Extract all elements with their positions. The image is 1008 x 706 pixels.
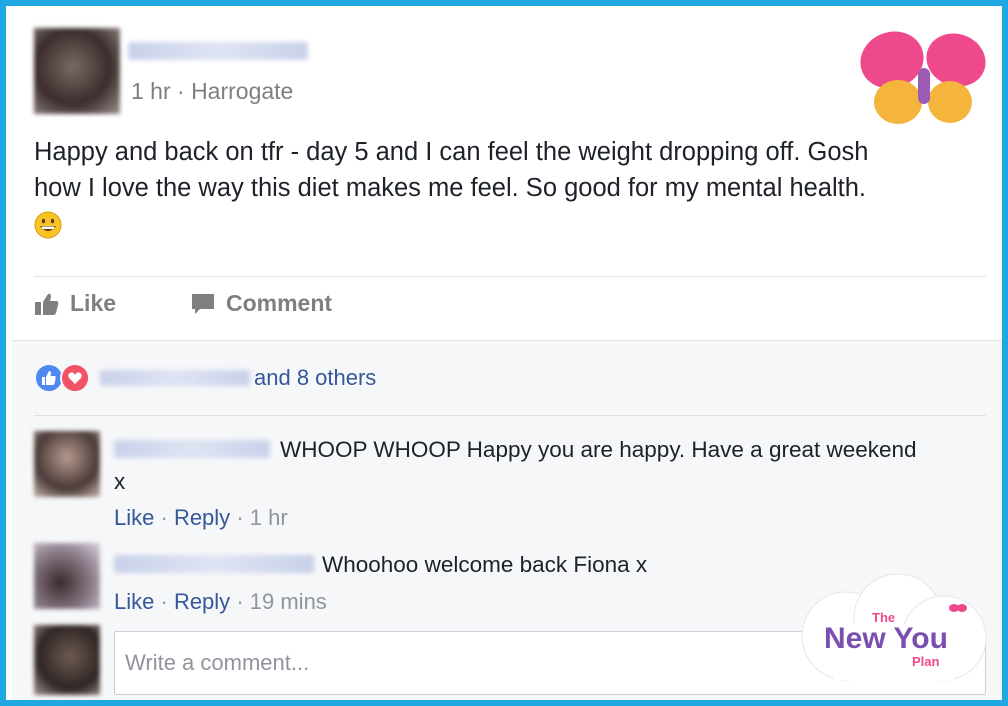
logo-main-text: New You [824,622,948,655]
comment-time[interactable]: 1 hr [250,505,288,530]
commenter-name-redacted[interactable] [114,555,314,573]
author-avatar[interactable] [34,28,120,114]
grinning-face-emoji-icon [34,211,62,239]
comment-reply-link[interactable]: Reply [174,589,230,614]
comment-like-link[interactable]: Like [114,589,154,614]
reactions-count-text[interactable]: and 8 others [254,365,376,391]
comment-actions: Like · Reply · 19 mins [114,589,327,614]
reactor-name-redacted [100,370,250,386]
love-reaction-icon [60,363,90,393]
comment-button[interactable]: Comment [190,290,332,317]
post-frame: 1 hr · Harrogate × Happy and back on tfr… [0,0,1008,706]
butterfly-logo-icon [860,31,986,124]
divider [34,415,986,416]
divider [34,276,986,277]
comment-text: x [114,469,126,494]
comment-actions: Like · Reply · 1 hr [114,505,288,530]
commenter-avatar[interactable] [34,431,100,497]
current-user-avatar[interactable] [34,625,100,695]
like-button[interactable]: Like [34,290,116,317]
comment-input[interactable] [125,650,725,676]
post-body: Happy and back on tfr - day 5 and I can … [34,134,984,242]
comment-reply-link[interactable]: Reply [174,505,230,530]
comment-text: WHOOP WHOOP Happy you are happy. Have a … [280,437,917,462]
comment-bubble-icon [192,293,214,314]
post-card: 1 hr · Harrogate × Happy and back on tfr… [12,12,1002,340]
comment-text: Whoohoo welcome back Fiona x [322,552,648,577]
post-text-line: how I love the way this diet makes me fe… [34,174,866,202]
reactions-summary[interactable]: and 8 others [34,363,376,393]
thumbs-up-icon [35,293,59,315]
like-label: Like [70,290,117,316]
commenter-name-redacted[interactable] [114,440,270,458]
comment-label: Comment [226,290,333,316]
post-text-line: Happy and back on tfr - day 5 and I can … [34,138,869,166]
comment-time[interactable]: 19 mins [250,589,327,614]
new-you-plan-logo: The New You Plan [801,574,987,681]
logo-plan-text: Plan [912,654,940,669]
post-meta: 1 hr · Harrogate [131,78,294,104]
author-name-redacted[interactable] [128,42,308,60]
comment-like-link[interactable]: Like [114,505,154,530]
commenter-avatar[interactable] [34,543,100,609]
